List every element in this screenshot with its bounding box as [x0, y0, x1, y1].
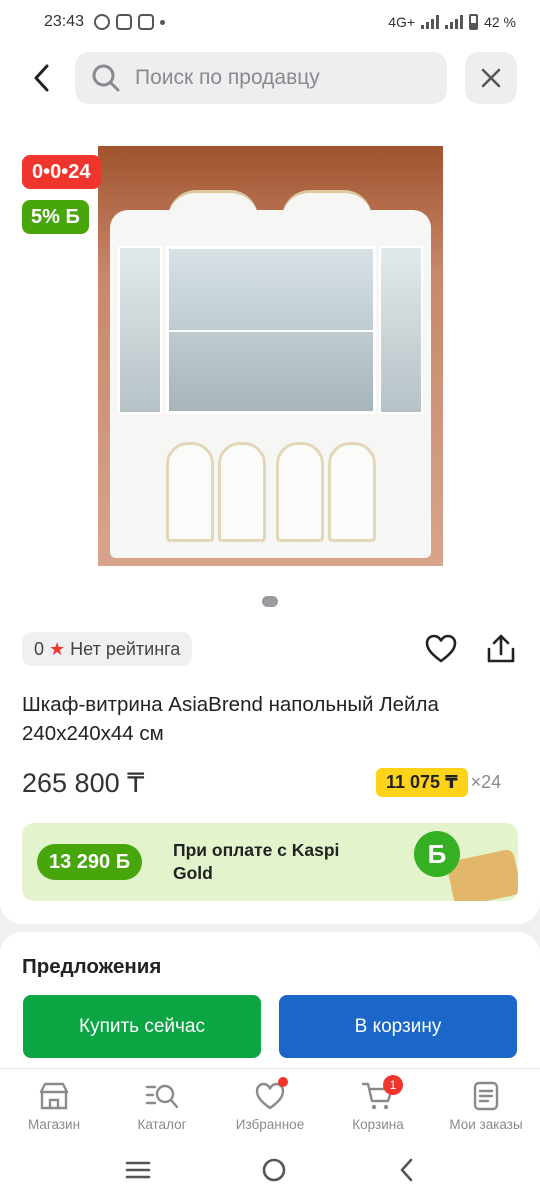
instagram-icon [116, 14, 133, 30]
cabinet-door [218, 442, 266, 542]
system-navigation-bar [0, 1144, 540, 1200]
favorites-indicator-dot [278, 1077, 288, 1087]
status-bar: 23:43 4G+ 42 % [0, 0, 540, 44]
top-bar: Поиск по продавцу [0, 44, 540, 112]
share-button[interactable] [484, 632, 518, 666]
timer-badge: 0•0•24 [22, 155, 101, 189]
close-icon [481, 68, 501, 88]
tab-store[interactable]: Магазин [0, 1069, 108, 1144]
tab-label: Магазин [27, 1117, 81, 1132]
tab-label: Каталог [137, 1117, 187, 1132]
cabinet-glass [166, 246, 376, 414]
back-button[interactable] [22, 58, 62, 98]
carousel-indicator [262, 596, 278, 607]
search-icon [92, 64, 120, 92]
product-image[interactable] [98, 146, 443, 566]
kaspi-gold-banner[interactable]: 13 290 Б При оплате с Kaspi Gold Б [22, 823, 518, 901]
heart-icon [425, 634, 457, 663]
home-circle-icon [262, 1158, 286, 1181]
tab-label: Корзина [352, 1117, 404, 1132]
chevron-left-icon [400, 1158, 413, 1181]
tab-catalog[interactable]: Каталог [108, 1069, 216, 1144]
bonus-badge: 5% Б [22, 200, 89, 234]
network-type: 4G+ [388, 14, 416, 30]
product-title: Шкаф-витрина AsiaBrend напольный Лейла 2… [22, 693, 439, 745]
cabinet-door [328, 442, 376, 542]
battery-icon [469, 14, 479, 30]
favorite-button[interactable] [424, 632, 458, 666]
instagram-icon-2 [138, 14, 155, 30]
installment-months: ×24 [470, 772, 502, 792]
tab-favorites[interactable]: Избранное [216, 1069, 324, 1144]
signal-icon-2 [445, 15, 464, 29]
battery-percent: 42 % [484, 14, 516, 30]
menu-lines-icon [125, 1161, 151, 1178]
recent-apps-button[interactable] [125, 1159, 151, 1186]
cabinet-side-left [118, 246, 162, 414]
status-right: 4G+ 42 % [388, 14, 516, 30]
tab-cart[interactable]: 1 Корзина [324, 1069, 432, 1144]
cabinet-crown [168, 190, 258, 218]
add-to-cart-button[interactable]: В корзину [279, 995, 517, 1058]
product-card: 0•0•24 5% Б 0 ★ Нет рейтинга Шкаф-витрин… [0, 112, 540, 924]
signal-icon [421, 15, 440, 29]
installment-info[interactable]: 11 075 ₸ ×24 [376, 768, 501, 797]
tab-label: Избранное [235, 1117, 305, 1132]
notification-icons [94, 14, 166, 30]
rating-value: 0 [34, 638, 45, 659]
rating-text: Нет рейтинга [70, 638, 181, 659]
tab-my-orders[interactable]: Мои заказы [432, 1069, 540, 1144]
cabinet-door [166, 442, 214, 542]
buy-now-button[interactable]: Купить сейчас [23, 995, 261, 1058]
bonus-coin-icon: Б [414, 831, 460, 877]
close-button[interactable] [465, 52, 517, 104]
kaspi-gold-text: При оплате с Kaspi Gold [173, 840, 340, 883]
cabinet-door [276, 442, 324, 542]
cabinet-illustration [110, 210, 431, 558]
star-icon: ★ [49, 638, 66, 659]
status-time: 23:43 [44, 13, 85, 30]
system-back-button[interactable] [397, 1157, 415, 1188]
installment-amount: 11 075 ₸ [376, 768, 468, 797]
cabinet-side-right [379, 246, 423, 414]
whatsapp-icon [94, 14, 111, 30]
rating-chip[interactable]: 0 ★ Нет рейтинга [22, 632, 193, 666]
offers-heading: Предложения [22, 955, 162, 978]
product-price: 265 800 ₸ [22, 768, 145, 798]
tab-label: Мои заказы [449, 1117, 523, 1132]
cabinet-crown [282, 190, 372, 218]
orders-icon [473, 1081, 499, 1111]
bonus-amount-pill: 13 290 Б [37, 844, 143, 880]
share-icon [487, 634, 515, 663]
more-notifications-icon [160, 19, 166, 25]
home-button[interactable] [261, 1157, 287, 1188]
chevron-left-icon [34, 64, 49, 92]
catalog-search-icon [145, 1084, 179, 1109]
bottom-tab-bar: Магазин Каталог Избранное 1 Корзина Мои … [0, 1068, 540, 1144]
search-placeholder: Поиск по продавцу [135, 66, 320, 89]
cart-count-badge: 1 [383, 1075, 403, 1095]
search-input[interactable]: Поиск по продавцу [75, 52, 447, 104]
store-icon [39, 1082, 69, 1110]
